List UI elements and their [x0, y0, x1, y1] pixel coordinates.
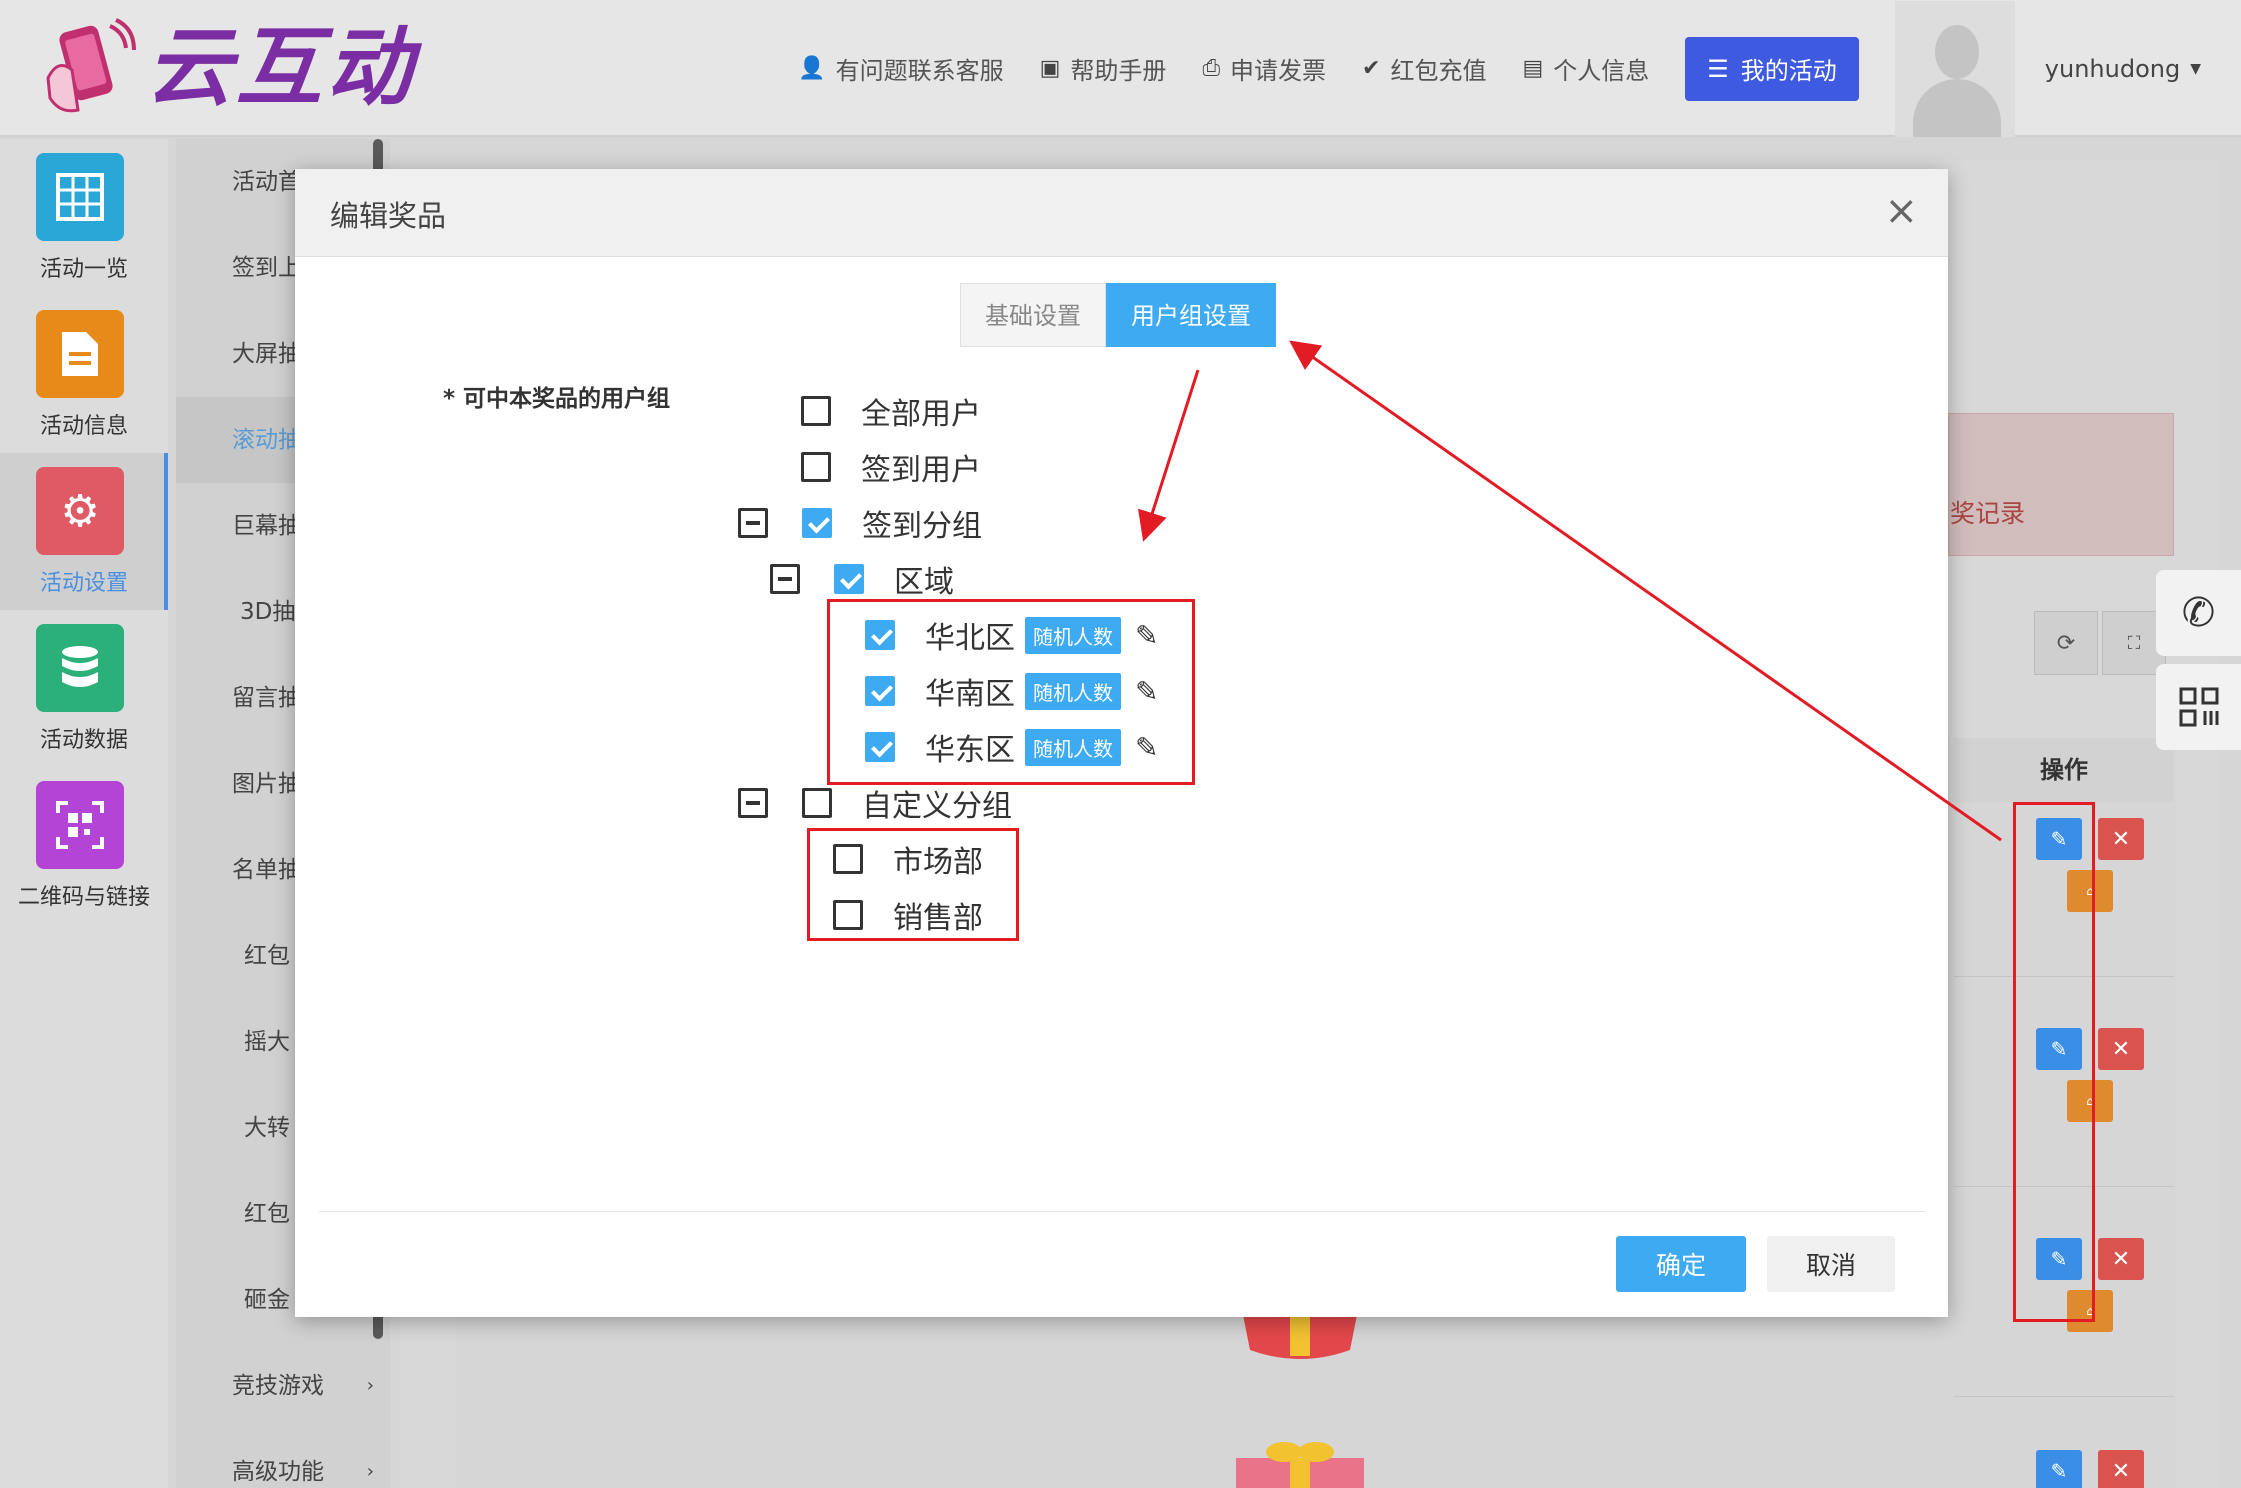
- dialog-footer-divider: [319, 1211, 1925, 1212]
- logo[interactable]: 云互动: [38, 18, 416, 118]
- chevron-right-icon: ›: [366, 1461, 374, 1482]
- prize-record-panel: [1948, 413, 2174, 556]
- tree-node-checked-in-users[interactable]: 签到用户: [801, 443, 981, 491]
- submenu-item-advanced[interactable]: 高级功能 ›: [176, 1429, 390, 1488]
- phone-icon[interactable]: ✆: [2156, 570, 2241, 656]
- tab-basic-settings[interactable]: 基础设置: [960, 283, 1106, 347]
- dialog-header: 编辑奖品 ×: [295, 169, 1948, 257]
- nav-label: 红包充值: [1390, 57, 1487, 85]
- cancel-button[interactable]: 取消: [1767, 1236, 1895, 1292]
- dialog-tabs: 基础设置 用户组设置: [960, 283, 1276, 347]
- gear-icon: ⚙: [36, 467, 124, 555]
- my-activity-button[interactable]: ☰ 我的活动: [1685, 36, 1859, 101]
- delete-icon[interactable]: ✕: [2098, 1028, 2144, 1070]
- tab-user-group-settings[interactable]: 用户组设置: [1106, 283, 1276, 347]
- delete-icon[interactable]: ✕: [2098, 1238, 2144, 1280]
- tree-node-label: 区域: [894, 565, 954, 600]
- list-icon: ☰: [1707, 54, 1729, 83]
- avatar-body: [1912, 78, 2001, 137]
- user-group-field-label: * 可中本奖品的用户组: [443, 386, 671, 412]
- shield-check-icon: ✔: [1362, 56, 1381, 81]
- annotation-highlight-regions: [827, 599, 1195, 785]
- gift-icon: [1242, 1310, 1358, 1359]
- sidebar-item-activity-settings[interactable]: ⚙ 活动设置: [0, 453, 168, 610]
- nav-label: 帮助手册: [1070, 57, 1167, 85]
- nav-redpacket-recharge[interactable]: ✔ 红包充值: [1362, 51, 1486, 86]
- grid-icon: [36, 153, 124, 241]
- nav-invoice[interactable]: ⎙ 申请发票: [1202, 51, 1326, 86]
- checkbox-checked-in-users[interactable]: [801, 452, 831, 482]
- nav-help-manual[interactable]: ▣ 帮助手册: [1040, 51, 1167, 86]
- nav-profile[interactable]: ▤ 个人信息: [1522, 51, 1649, 86]
- edit-icon[interactable]: ✎: [2036, 1450, 2082, 1488]
- submenu-item-label: 竞技游戏: [232, 1373, 324, 1399]
- tree-node-region[interactable]: 区域: [770, 555, 954, 603]
- dialog-title: 编辑奖品: [330, 199, 447, 233]
- my-activity-label: 我的活动: [1740, 57, 1837, 85]
- tree-node-label: 签到分组: [862, 509, 982, 544]
- icon-sidebar: 活动一览 活动信息 ⚙ 活动设置 活动数据 二维码与链接: [0, 139, 168, 1488]
- database-icon: [36, 624, 124, 712]
- collapse-toggle-icon[interactable]: [738, 508, 768, 538]
- annotation-highlight-departments: [807, 828, 1019, 941]
- avatar-head: [1934, 24, 1979, 79]
- sidebar-item-activity-list[interactable]: 活动一览: [0, 139, 168, 296]
- sidebar-item-label: 活动设置: [39, 571, 128, 596]
- sidebar-item-label: 活动数据: [39, 728, 128, 753]
- sidebar-item-activity-info[interactable]: 活动信息: [0, 296, 168, 453]
- sidebar-item-qrcode-links[interactable]: 二维码与链接: [0, 767, 168, 924]
- top-nav: 👤 有问题联系客服 ▣ 帮助手册 ⎙ 申请发票 ✔ 红包充值 ▤ 个人信息 ☰ …: [762, 0, 2201, 137]
- sidebar-item-label: 二维码与链接: [17, 885, 150, 910]
- tree-node-checkin-groups[interactable]: 签到分组: [738, 499, 982, 547]
- qrcode-icon[interactable]: [2156, 664, 2241, 750]
- tree-node-label: 自定义分组: [862, 789, 1012, 824]
- printer-icon: ⎙: [1202, 56, 1221, 81]
- delete-icon[interactable]: ✕: [2098, 1450, 2144, 1488]
- nav-label: 申请发票: [1230, 57, 1327, 85]
- confirm-button[interactable]: 确定: [1616, 1236, 1746, 1292]
- tree-node-all-users[interactable]: 全部用户: [801, 387, 981, 435]
- nav-label: 有问题联系客服: [835, 57, 1004, 85]
- tree-node-label: 全部用户: [861, 397, 981, 432]
- checkbox-custom-groups[interactable]: [802, 788, 832, 818]
- checkbox-checkin-groups[interactable]: [802, 508, 832, 538]
- refresh-icon[interactable]: ⟳: [2034, 611, 2098, 675]
- sidebar-item-label: 活动信息: [39, 414, 128, 439]
- checkbox-region[interactable]: [834, 564, 864, 594]
- logo-text: 云互动: [146, 18, 416, 118]
- gift-icon: [1236, 1442, 1364, 1488]
- submenu-item-label: 高级功能: [232, 1459, 324, 1485]
- checkbox-all-users[interactable]: [801, 396, 831, 426]
- document-icon: [36, 310, 124, 398]
- submenu-item-games[interactable]: 竞技游戏 ›: [176, 1343, 390, 1429]
- collapse-toggle-icon[interactable]: [738, 788, 768, 818]
- prize-record-link[interactable]: 奖记录: [1950, 494, 2025, 530]
- sidebar-item-activity-data[interactable]: 活动数据: [0, 610, 168, 767]
- book-icon: ▣: [1039, 56, 1061, 81]
- qrcode-icon: [36, 781, 124, 869]
- logo-phone-icon: [46, 18, 136, 113]
- collapse-toggle-icon[interactable]: [770, 564, 800, 594]
- user-plus-icon: 👤: [798, 56, 826, 81]
- avatar[interactable]: [1894, 0, 2015, 137]
- edit-prize-dialog: 编辑奖品 × 基础设置 用户组设置 * 可中本奖品的用户组 全部用户 签到用户 …: [295, 169, 1948, 1317]
- row-divider: [1954, 1396, 2174, 1397]
- annotation-highlight-operations: [2013, 802, 2095, 1322]
- caret-down-icon: ▼: [2190, 60, 2201, 77]
- nav-label: 个人信息: [1553, 57, 1650, 85]
- tree-node-custom-groups[interactable]: 自定义分组: [738, 779, 1012, 827]
- sidebar-item-label: 活动一览: [39, 257, 128, 282]
- chevron-right-icon: ›: [366, 1375, 374, 1396]
- tree-node-label: 签到用户: [861, 453, 981, 488]
- delete-icon[interactable]: ✕: [2098, 818, 2144, 860]
- nav-contact-support[interactable]: 👤 有问题联系客服: [798, 51, 1003, 86]
- close-icon[interactable]: ×: [1884, 187, 1918, 235]
- operations-column-header: 操作: [1954, 738, 2174, 802]
- username-label: yunhudong: [2044, 54, 2181, 83]
- username-dropdown[interactable]: yunhudong ▼: [2045, 55, 2201, 83]
- top-header: 云互动 👤 有问题联系客服 ▣ 帮助手册 ⎙ 申请发票 ✔ 红包充值 ▤ 个人信…: [0, 0, 2241, 137]
- file-icon: ▤: [1522, 56, 1544, 81]
